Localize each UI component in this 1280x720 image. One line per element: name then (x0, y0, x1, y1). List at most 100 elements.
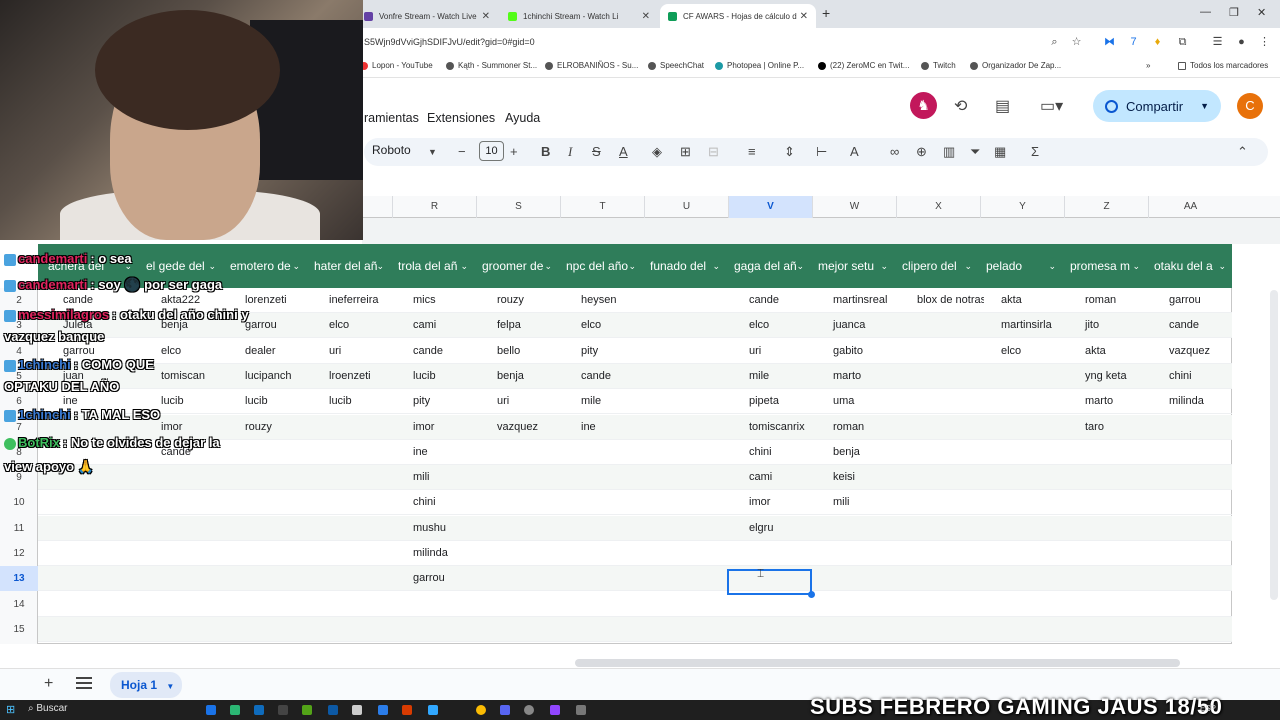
table-cell[interactable] (1076, 465, 1152, 490)
table-cell[interactable]: ineferreira (320, 288, 396, 313)
header-cell[interactable]: mejor setu ⌄ (810, 244, 894, 288)
table-cell[interactable]: mile (740, 364, 816, 389)
table-cell[interactable] (908, 617, 984, 642)
tab-search-icon[interactable]: ☰ (1211, 36, 1224, 49)
table-cell[interactable]: chini (404, 490, 480, 515)
column-header-aa[interactable]: AA (1148, 196, 1232, 218)
header-cell[interactable]: groomer de ⌄ (474, 244, 558, 288)
vertical-align-icon[interactable]: ⇕ (784, 144, 795, 160)
table-cell[interactable] (152, 541, 228, 566)
taskbar-app-icon[interactable] (428, 705, 438, 715)
bookmark-star-icon[interactable]: ☆ (1070, 36, 1083, 49)
table-cell[interactable] (992, 592, 1068, 617)
column-header-v[interactable]: V (728, 196, 812, 218)
minimize-icon[interactable]: — (1200, 6, 1211, 18)
link-icon[interactable]: ∞ (890, 144, 899, 160)
comment-icon[interactable]: ⊕ (916, 144, 927, 160)
table-cell[interactable] (908, 415, 984, 440)
table-cell[interactable]: chini (1160, 364, 1238, 389)
extensions-puzzle-icon[interactable]: ⧉ (1176, 36, 1189, 49)
header-cell[interactable]: clipero del ⌄ (894, 244, 978, 288)
table-cell[interactable]: lucib (320, 389, 396, 414)
column-header-t[interactable]: T (560, 196, 644, 218)
merge-cells-icon[interactable]: ⊟ (708, 144, 719, 160)
chrome-taskbar-icon[interactable] (476, 705, 486, 715)
table-cell[interactable] (488, 541, 564, 566)
table-cell[interactable] (152, 592, 228, 617)
filter-dropdown-icon[interactable]: ⌄ (796, 244, 804, 288)
table-cell[interactable] (236, 541, 312, 566)
table-cell[interactable] (320, 592, 396, 617)
zoom-icon[interactable]: ⌕ (1048, 36, 1061, 49)
table-cell[interactable]: akta (992, 288, 1068, 313)
header-cell[interactable]: gaga del añ ⌄ (726, 244, 810, 288)
header-cell[interactable]: trola del añ ⌄ (390, 244, 474, 288)
filter-dropdown-icon[interactable]: ⌄ (460, 244, 468, 288)
filter-dropdown-icon[interactable]: ⌄ (1048, 244, 1056, 288)
obs-taskbar-icon[interactable] (524, 705, 534, 715)
taskbar-app-icon[interactable] (550, 705, 560, 715)
filter-dropdown-icon[interactable]: ⌄ (376, 244, 384, 288)
header-cell[interactable]: hater del añ ⌄ (306, 244, 390, 288)
share-button[interactable]: Compartir ▼ (1093, 90, 1221, 122)
url-field[interactable]: S5Wjn9dVviGjhSDIFJvU/edit?gid=0#gid=0 (364, 37, 535, 47)
table-cell[interactable] (992, 415, 1068, 440)
table-cell[interactable]: bello (488, 339, 564, 364)
table-cell[interactable]: pity (572, 339, 648, 364)
close-tab-icon[interactable]: ✕ (800, 11, 808, 22)
filter-dropdown-icon[interactable]: ⌄ (628, 244, 636, 288)
table-cell[interactable]: elco (320, 313, 396, 338)
table-cell[interactable]: pipeta (740, 389, 816, 414)
start-icon[interactable]: ⊞ (6, 703, 15, 716)
text-color-icon[interactable]: A (619, 144, 628, 160)
filter-dropdown-icon[interactable]: ⌄ (1132, 244, 1140, 288)
align-icon[interactable]: ≡ (748, 144, 756, 160)
table-cell[interactable] (320, 440, 396, 465)
table-cell[interactable]: benja (488, 364, 564, 389)
table-cell[interactable]: garrou (1160, 288, 1238, 313)
table-cell[interactable]: marto (1076, 389, 1152, 414)
table-cell[interactable]: elco (740, 313, 816, 338)
table-cell[interactable] (908, 339, 984, 364)
table-cell[interactable] (320, 617, 396, 642)
table-cell[interactable] (404, 592, 480, 617)
table-cell[interactable] (992, 617, 1068, 642)
more-menu-icon[interactable]: ⋮ (1258, 36, 1271, 49)
chart-icon[interactable]: ▥ (943, 144, 955, 160)
table-cell[interactable]: roman (1076, 288, 1152, 313)
new-tab-icon[interactable]: + (822, 5, 830, 21)
table-cell[interactable] (488, 490, 564, 515)
table-cell[interactable]: felpa (488, 313, 564, 338)
taskbar-app-icon[interactable] (352, 705, 362, 715)
table-cell[interactable] (236, 617, 312, 642)
vertical-scrollbar[interactable] (1270, 290, 1278, 600)
table-cell[interactable] (320, 465, 396, 490)
table-cell[interactable] (488, 440, 564, 465)
bookmark-item[interactable]: Photopea | Online P... (715, 61, 804, 70)
table-cell[interactable] (656, 592, 732, 617)
table-cell[interactable]: ine (404, 440, 480, 465)
taskbar-app-icon[interactable] (230, 705, 240, 715)
table-cell[interactable]: martinsreal (824, 288, 900, 313)
all-bookmarks-folder[interactable]: Todos los marcadores (1178, 61, 1268, 70)
table-cell[interactable] (488, 617, 564, 642)
table-cell[interactable]: cami (740, 465, 816, 490)
table-cell[interactable]: imor (740, 490, 816, 515)
extension-icon[interactable]: ♦ (1151, 36, 1164, 49)
table-cell[interactable] (656, 490, 732, 515)
table-cell[interactable]: juanca (824, 313, 900, 338)
table-cell[interactable]: cande (740, 288, 816, 313)
header-cell[interactable]: npc del año ⌄ (558, 244, 642, 288)
table-cell[interactable] (908, 516, 984, 541)
italic-icon[interactable]: I (568, 144, 572, 160)
strikethrough-icon[interactable]: S (592, 144, 601, 160)
table-cell[interactable] (740, 617, 816, 642)
table-cell[interactable] (1160, 415, 1238, 440)
table-cell[interactable]: taro (1076, 415, 1152, 440)
bookmark-item[interactable]: SpeechChat (648, 61, 704, 70)
table-cell[interactable] (152, 490, 228, 515)
profile-icon[interactable]: ● (1235, 36, 1248, 49)
bold-icon[interactable]: B (541, 144, 550, 160)
table-cell[interactable]: cande (1160, 313, 1238, 338)
table-cell[interactable]: ine (572, 415, 648, 440)
